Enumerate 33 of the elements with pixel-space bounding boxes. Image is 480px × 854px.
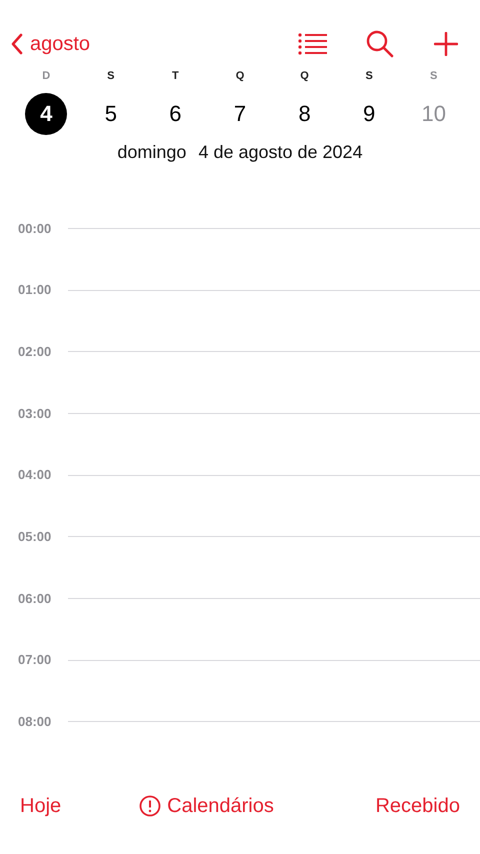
hour-label: 07:00 — [17, 651, 52, 670]
hour-label: 03:00 — [17, 404, 52, 423]
weekday-letter: S — [107, 69, 115, 84]
weekday-label: domingo — [117, 140, 186, 164]
weekday-letter: Q — [236, 69, 244, 84]
hour-label: 02:00 — [17, 342, 52, 361]
weekday-letter: S — [430, 69, 438, 84]
day-number[interactable]: 8 — [284, 92, 326, 134]
day-number[interactable]: 6 — [154, 92, 196, 134]
weekday-letter: T — [172, 69, 179, 84]
weekday-letter: D — [42, 69, 50, 84]
hour-label: 06:00 — [17, 590, 52, 608]
hour-label: 08:00 — [17, 713, 52, 732]
hour-label: 00:00 — [17, 220, 52, 238]
day-number[interactable]: 5 — [90, 92, 132, 134]
weekday-letter: Q — [300, 69, 309, 84]
hour-label: 01:00 — [17, 281, 52, 300]
inbox-button[interactable]: Recebido — [375, 791, 460, 821]
date-label: 4 de agosto de 2024 — [198, 140, 363, 164]
list-icon[interactable] — [298, 33, 328, 55]
weekday-letter: S — [365, 69, 373, 84]
back-button[interactable]: agosto — [10, 29, 90, 59]
calendars-button[interactable]: Calendários — [139, 791, 274, 821]
alert-icon — [139, 795, 162, 817]
chevron-left-icon — [10, 33, 24, 55]
day-number[interactable]: 9 — [348, 92, 390, 134]
hour-label: 05:00 — [17, 528, 52, 546]
day-number[interactable]: 4 — [25, 92, 68, 134]
search-icon[interactable] — [366, 30, 394, 58]
hour-label: 04:00 — [17, 466, 52, 484]
day-number[interactable]: 7 — [218, 92, 261, 134]
plus-icon[interactable] — [434, 32, 458, 56]
today-button[interactable]: Hoje — [20, 791, 62, 821]
